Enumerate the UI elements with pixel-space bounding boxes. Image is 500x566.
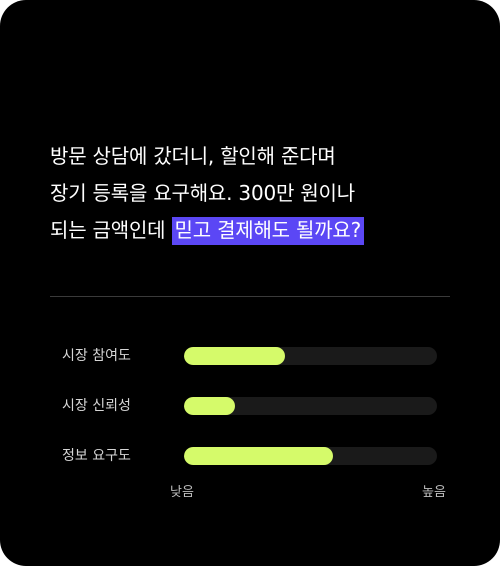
- scale-low-label: 낮음: [170, 485, 194, 500]
- question-line-3: 되는 금액인데 믿고 결제해도 될까요?: [50, 212, 460, 249]
- metric-bar-fill: [184, 397, 235, 415]
- metric-bar-track: [184, 397, 437, 415]
- question-highlight: 믿고 결제해도 될까요?: [171, 217, 365, 245]
- metric-row-market-participation: 시장 참여도: [0, 346, 500, 366]
- divider: [50, 296, 450, 297]
- question-line-1: 방문 상담에 갔더니, 할인해 준다며: [50, 144, 336, 168]
- metric-bar-track: [184, 347, 437, 365]
- metric-label: 정보 요구도: [62, 448, 131, 464]
- metric-bar-track: [184, 447, 437, 465]
- question-line-2: 장기 등록을 요구해요. 300만 원이나: [50, 181, 355, 205]
- survey-card: 방문 상담에 갔더니, 할인해 준다며 장기 등록을 요구해요. 300만 원이…: [0, 0, 500, 566]
- metric-row-information-need: 정보 요구도: [0, 446, 500, 466]
- question-text: 방문 상담에 갔더니, 할인해 준다며 장기 등록을 요구해요. 300만 원이…: [50, 138, 460, 249]
- question-line-3-text: 되는 금액인데: [50, 218, 172, 242]
- metric-bar-fill: [184, 447, 334, 465]
- metric-label: 시장 신뢰성: [62, 398, 131, 414]
- metric-bar-fill: [184, 347, 286, 365]
- metric-row-market-trust: 시장 신뢰성: [0, 396, 500, 416]
- scale-high-label: 높음: [422, 485, 446, 500]
- metric-label: 시장 참여도: [62, 348, 131, 364]
